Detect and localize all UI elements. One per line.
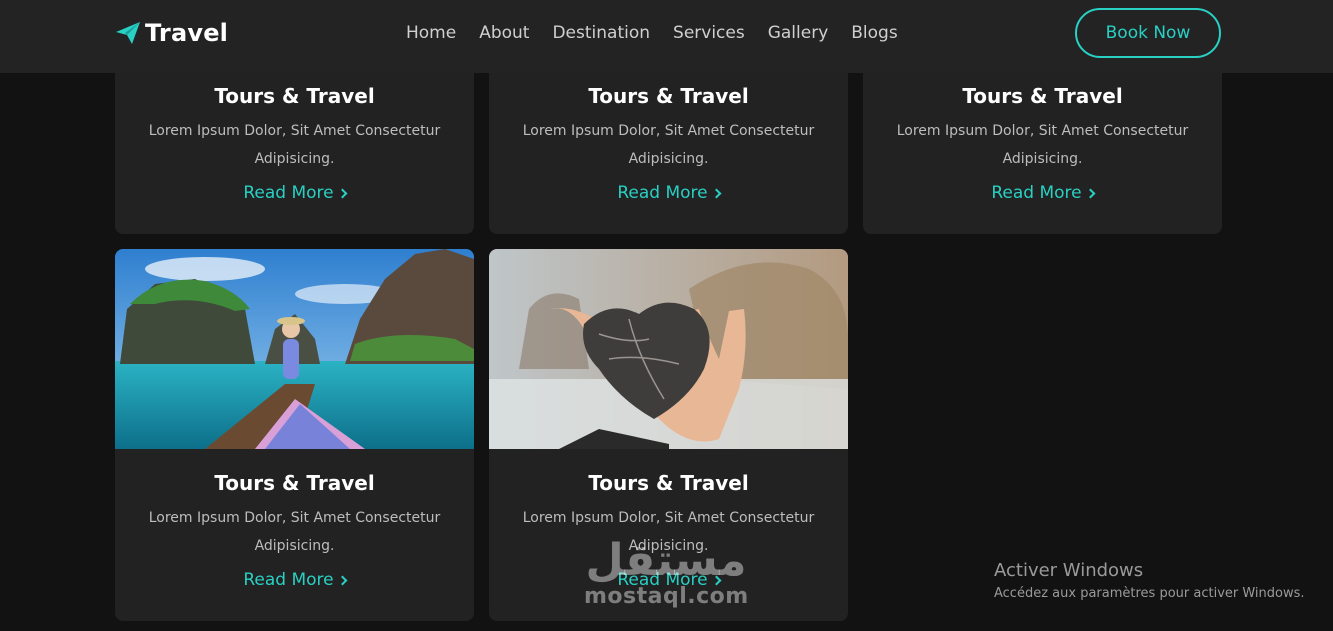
main-nav: Home About Destination Services Gallery …	[406, 22, 921, 44]
card-title: Tours & Travel	[962, 84, 1123, 108]
chevron-right-icon	[1085, 188, 1096, 199]
read-more-link[interactable]: Read More	[243, 183, 348, 203]
card-title: Tours & Travel	[588, 84, 749, 108]
mostaql-watermark: مستقل mostaql.com	[584, 535, 749, 609]
read-more-link[interactable]: Read More	[991, 183, 1096, 203]
card-text: Lorem Ipsum Dolor, Sit Amet Consectetur …	[896, 123, 1189, 167]
chevron-right-icon	[337, 575, 348, 586]
tour-card-4: Tours & Travel Lorem Ipsum Dolor, Sit Am…	[115, 249, 474, 621]
book-now-button[interactable]: Book Now	[1075, 8, 1221, 58]
read-more-link[interactable]: Read More	[617, 183, 722, 203]
card-title: Tours & Travel	[588, 471, 749, 495]
island-boat-photo	[115, 249, 474, 449]
chevron-right-icon	[711, 188, 722, 199]
read-more-link[interactable]: Read More	[243, 570, 348, 590]
card-title: Tours & Travel	[214, 471, 375, 495]
paper-plane-icon	[116, 22, 140, 44]
heart-stone-photo	[489, 249, 848, 449]
nav-services[interactable]: Services	[673, 22, 745, 44]
nav-home[interactable]: Home	[406, 22, 456, 44]
nav-about[interactable]: About	[479, 22, 529, 44]
logo[interactable]: Travel	[115, 17, 228, 49]
nav-blogs[interactable]: Blogs	[851, 22, 897, 44]
windows-activation-notice: Activer Windows Accédez aux paramètres p…	[994, 560, 1305, 601]
site-header: Travel Home About Destination Services G…	[0, 0, 1333, 73]
card-text: Lorem Ipsum Dolor, Sit Amet Consectetur …	[148, 510, 441, 554]
nav-gallery[interactable]: Gallery	[768, 22, 829, 44]
chevron-right-icon	[337, 188, 348, 199]
logo-text: Travel	[145, 19, 229, 47]
nav-destination[interactable]: Destination	[552, 22, 650, 44]
card-text: Lorem Ipsum Dolor, Sit Amet Consectetur …	[522, 123, 815, 167]
card-title: Tours & Travel	[214, 84, 375, 108]
card-text: Lorem Ipsum Dolor, Sit Amet Consectetur …	[148, 123, 441, 167]
